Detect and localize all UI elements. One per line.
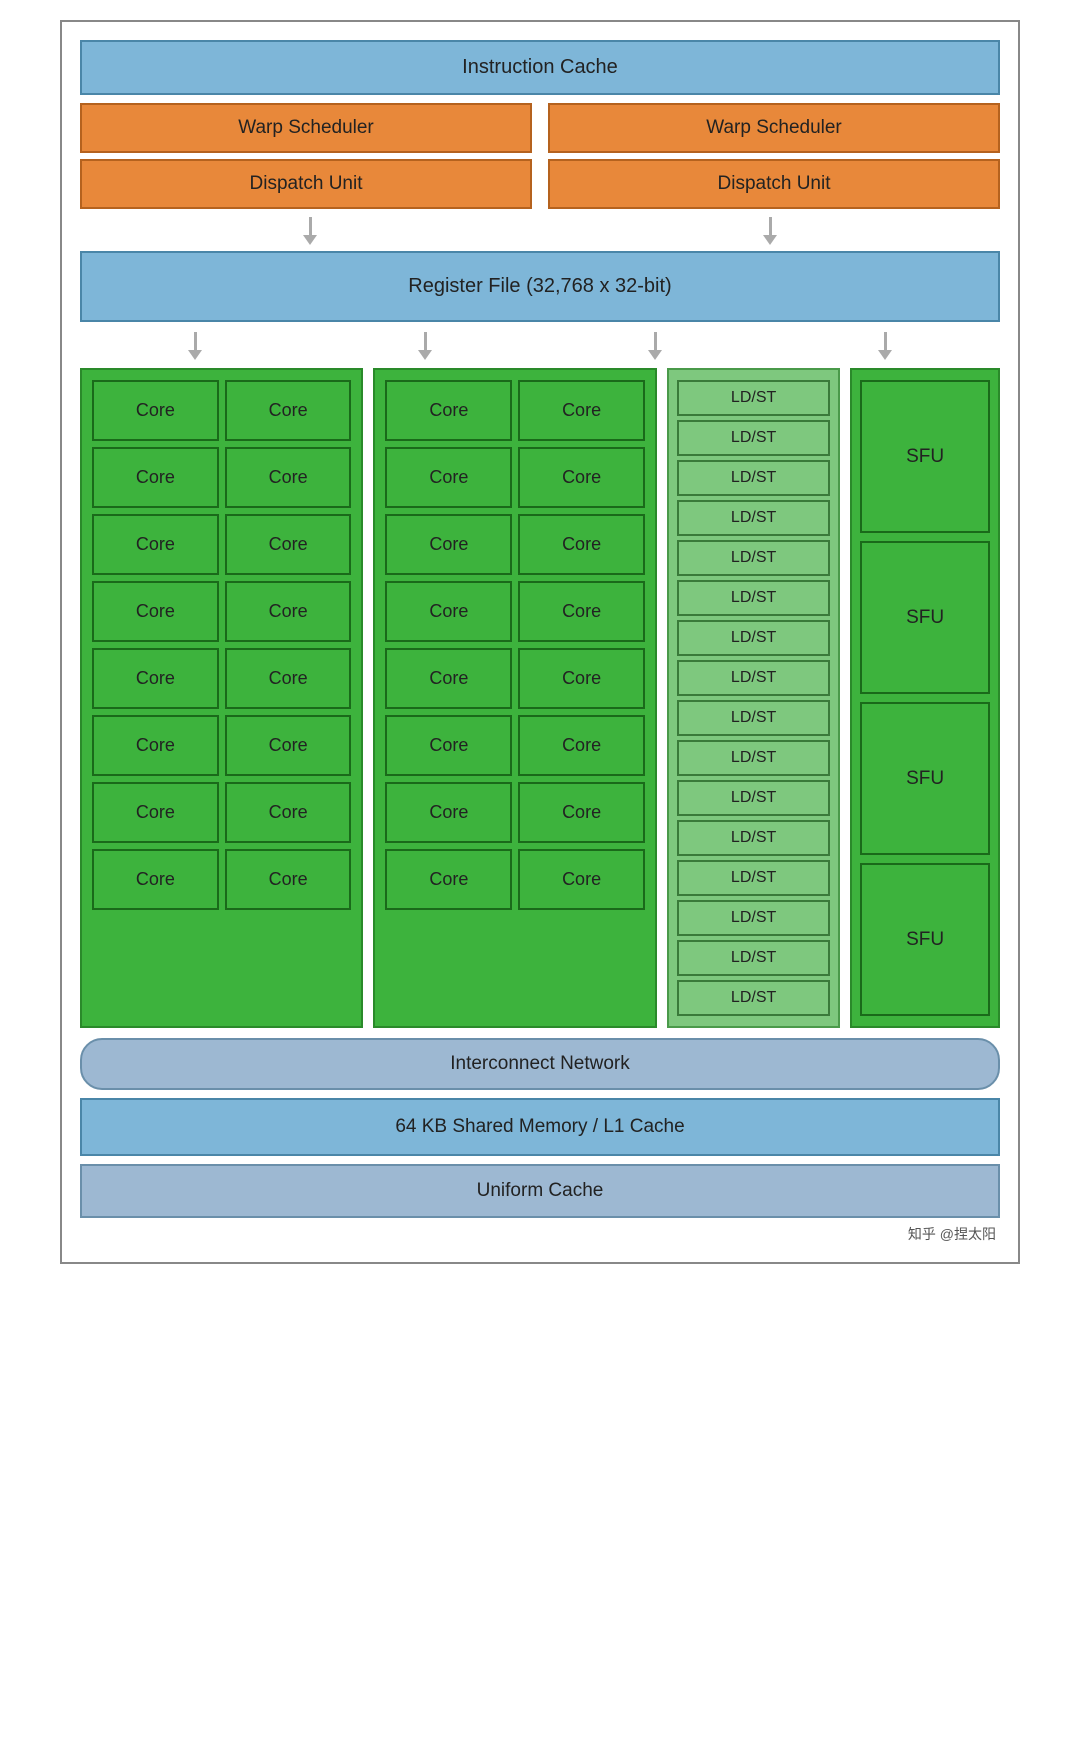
warp-scheduler-left: Warp Scheduler — [80, 103, 532, 153]
ldst-cell-10: LD/ST — [677, 740, 830, 776]
core-row-1-5: Core Core — [92, 648, 351, 709]
core-cell: Core — [518, 514, 645, 575]
core-cell: Core — [385, 782, 512, 843]
core-row-2-8: Core Core — [385, 849, 644, 910]
core-cell: Core — [385, 514, 512, 575]
dispatch-unit-right: Dispatch Unit — [548, 159, 1000, 209]
core-row-1-7: Core Core — [92, 782, 351, 843]
core-cell: Core — [225, 447, 352, 508]
core-row-1-1: Core Core — [92, 380, 351, 441]
warp-scheduler-row: Warp Scheduler Warp Scheduler — [80, 103, 1000, 153]
ldst-cell-11: LD/ST — [677, 780, 830, 816]
core-cell: Core — [518, 648, 645, 709]
arrows-register-units — [80, 332, 1000, 360]
arrow-down-3 — [188, 332, 202, 360]
ldst-cell-12: LD/ST — [677, 820, 830, 856]
watermark: 知乎 @捏太阳 — [80, 1224, 1000, 1244]
core-row-2-7: Core Core — [385, 782, 644, 843]
ldst-cell-9: LD/ST — [677, 700, 830, 736]
ldst-group: LD/ST LD/ST LD/ST LD/ST LD/ST LD/ST LD/S… — [667, 368, 840, 1028]
core-group-1: Core Core Core Core Core Core Core Core … — [80, 368, 363, 1028]
core-cell: Core — [225, 782, 352, 843]
core-row-1-8: Core Core — [92, 849, 351, 910]
arrows-dispatch-register — [80, 217, 1000, 245]
ldst-cell-6: LD/ST — [677, 580, 830, 616]
core-cell: Core — [385, 447, 512, 508]
arrow-down-6 — [878, 332, 892, 360]
arrow-down-2 — [763, 217, 777, 245]
gpu-diagram: Instruction Cache Warp Scheduler Warp Sc… — [60, 20, 1020, 1264]
core-row-2-6: Core Core — [385, 715, 644, 776]
core-cell: Core — [225, 581, 352, 642]
shared-memory: 64 KB Shared Memory / L1 Cache — [80, 1098, 1000, 1156]
sfu-cell-1: SFU — [860, 380, 990, 533]
sfu-cell-2: SFU — [860, 541, 990, 694]
interconnect-network: Interconnect Network — [80, 1038, 1000, 1090]
ldst-cell-7: LD/ST — [677, 620, 830, 656]
ldst-cell-5: LD/ST — [677, 540, 830, 576]
core-cell: Core — [92, 447, 219, 508]
core-cell: Core — [518, 849, 645, 910]
ldst-cell-13: LD/ST — [677, 860, 830, 896]
warp-scheduler-right: Warp Scheduler — [548, 103, 1000, 153]
core-row-1-2: Core Core — [92, 447, 351, 508]
core-row-1-4: Core Core — [92, 581, 351, 642]
sfu-group: SFU SFU SFU SFU — [850, 368, 1000, 1028]
core-row-1-6: Core Core — [92, 715, 351, 776]
core-cell: Core — [385, 849, 512, 910]
core-cell: Core — [92, 514, 219, 575]
ldst-cell-1: LD/ST — [677, 380, 830, 416]
arrow-down-5 — [648, 332, 662, 360]
arrow-down-1 — [303, 217, 317, 245]
core-cell: Core — [518, 581, 645, 642]
core-row-2-5: Core Core — [385, 648, 644, 709]
ldst-cell-8: LD/ST — [677, 660, 830, 696]
core-cell: Core — [225, 648, 352, 709]
uniform-cache: Uniform Cache — [80, 1164, 1000, 1218]
core-cell: Core — [92, 849, 219, 910]
core-row-2-4: Core Core — [385, 581, 644, 642]
ldst-cell-2: LD/ST — [677, 420, 830, 456]
core-cell: Core — [385, 715, 512, 776]
ldst-cell-4: LD/ST — [677, 500, 830, 536]
core-group-2: Core Core Core Core Core Core Core Core … — [373, 368, 656, 1028]
ldst-cell-15: LD/ST — [677, 940, 830, 976]
core-cell: Core — [225, 849, 352, 910]
dispatch-unit-left: Dispatch Unit — [80, 159, 532, 209]
core-cell: Core — [92, 648, 219, 709]
core-cell: Core — [225, 715, 352, 776]
core-cell: Core — [92, 581, 219, 642]
dispatch-unit-row: Dispatch Unit Dispatch Unit — [80, 159, 1000, 209]
arrow-down-4 — [418, 332, 432, 360]
core-row-1-3: Core Core — [92, 514, 351, 575]
ldst-cell-16: LD/ST — [677, 980, 830, 1016]
core-row-2-2: Core Core — [385, 447, 644, 508]
ldst-cell-14: LD/ST — [677, 900, 830, 936]
core-cell: Core — [385, 380, 512, 441]
core-cell: Core — [518, 715, 645, 776]
units-row: Core Core Core Core Core Core Core Core … — [80, 368, 1000, 1028]
ldst-cell-3: LD/ST — [677, 460, 830, 496]
core-cell: Core — [225, 514, 352, 575]
core-cell: Core — [92, 715, 219, 776]
core-cell: Core — [92, 380, 219, 441]
core-row-2-1: Core Core — [385, 380, 644, 441]
sfu-cell-4: SFU — [860, 863, 990, 1016]
sfu-cell-3: SFU — [860, 702, 990, 855]
core-cell: Core — [92, 782, 219, 843]
core-cell: Core — [518, 447, 645, 508]
core-cell: Core — [385, 648, 512, 709]
core-cell: Core — [385, 581, 512, 642]
core-cell: Core — [518, 380, 645, 441]
register-file: Register File (32,768 x 32-bit) — [80, 251, 1000, 322]
core-cell: Core — [225, 380, 352, 441]
instruction-cache: Instruction Cache — [80, 40, 1000, 95]
core-cell: Core — [518, 782, 645, 843]
core-row-2-3: Core Core — [385, 514, 644, 575]
